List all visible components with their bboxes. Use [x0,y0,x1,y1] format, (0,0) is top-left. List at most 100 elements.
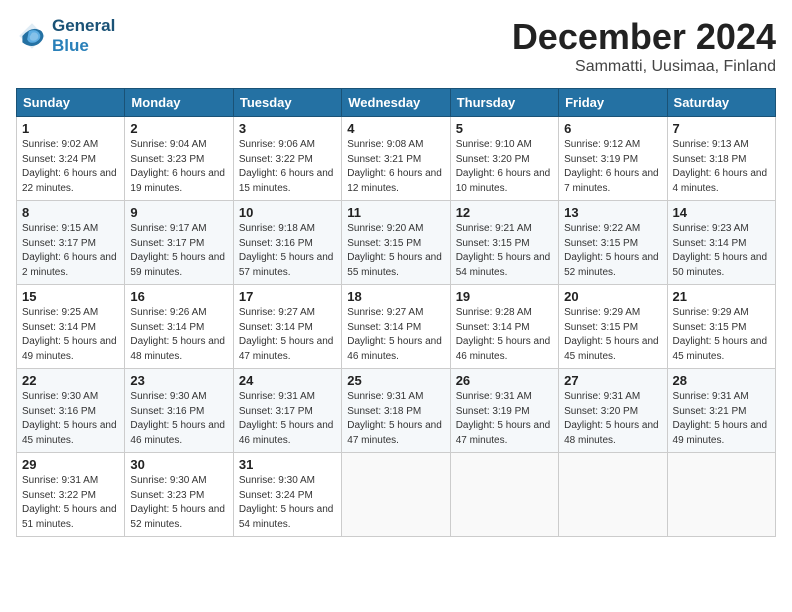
day-number: 27 [564,373,661,388]
day-number: 23 [130,373,227,388]
day-number: 25 [347,373,444,388]
column-header-saturday: Saturday [667,89,775,117]
calendar-cell: 26 Sunrise: 9:31 AMSunset: 3:19 PMDaylig… [450,369,558,453]
day-number: 7 [673,121,770,136]
title-section: December 2024 Sammatti, Uusimaa, Finland [512,16,776,76]
calendar-week-1: 1 Sunrise: 9:02 AMSunset: 3:24 PMDayligh… [17,117,776,201]
calendar-cell: 23 Sunrise: 9:30 AMSunset: 3:16 PMDaylig… [125,369,233,453]
day-info: Sunrise: 9:31 AMSunset: 3:18 PMDaylight:… [347,390,444,448]
day-number: 8 [22,205,119,220]
day-info: Sunrise: 9:31 AMSunset: 3:22 PMDaylight:… [22,474,119,532]
day-info: Sunrise: 9:15 AMSunset: 3:17 PMDaylight:… [22,222,119,280]
day-info: Sunrise: 9:04 AMSunset: 3:23 PMDaylight:… [130,138,227,196]
logo-text: General Blue [52,16,115,57]
day-number: 5 [456,121,553,136]
calendar-cell: 28 Sunrise: 9:31 AMSunset: 3:21 PMDaylig… [667,369,775,453]
calendar-cell [559,453,667,537]
calendar-cell: 20 Sunrise: 9:29 AMSunset: 3:15 PMDaylig… [559,285,667,369]
day-number: 31 [239,457,336,472]
calendar-cell: 21 Sunrise: 9:29 AMSunset: 3:15 PMDaylig… [667,285,775,369]
day-number: 4 [347,121,444,136]
day-info: Sunrise: 9:29 AMSunset: 3:15 PMDaylight:… [673,306,770,364]
column-header-monday: Monday [125,89,233,117]
calendar-cell: 3 Sunrise: 9:06 AMSunset: 3:22 PMDayligh… [233,117,341,201]
day-info: Sunrise: 9:25 AMSunset: 3:14 PMDaylight:… [22,306,119,364]
calendar-cell: 5 Sunrise: 9:10 AMSunset: 3:20 PMDayligh… [450,117,558,201]
calendar-cell: 30 Sunrise: 9:30 AMSunset: 3:23 PMDaylig… [125,453,233,537]
calendar-cell [450,453,558,537]
day-number: 26 [456,373,553,388]
logo: General Blue [16,16,115,57]
calendar-week-2: 8 Sunrise: 9:15 AMSunset: 3:17 PMDayligh… [17,201,776,285]
day-number: 24 [239,373,336,388]
calendar-cell: 7 Sunrise: 9:13 AMSunset: 3:18 PMDayligh… [667,117,775,201]
day-number: 12 [456,205,553,220]
calendar-cell: 22 Sunrise: 9:30 AMSunset: 3:16 PMDaylig… [17,369,125,453]
day-info: Sunrise: 9:29 AMSunset: 3:15 PMDaylight:… [564,306,661,364]
calendar-week-5: 29 Sunrise: 9:31 AMSunset: 3:22 PMDaylig… [17,453,776,537]
calendar-cell: 9 Sunrise: 9:17 AMSunset: 3:17 PMDayligh… [125,201,233,285]
day-number: 9 [130,205,227,220]
calendar-week-3: 15 Sunrise: 9:25 AMSunset: 3:14 PMDaylig… [17,285,776,369]
day-info: Sunrise: 9:31 AMSunset: 3:20 PMDaylight:… [564,390,661,448]
calendar-cell: 10 Sunrise: 9:18 AMSunset: 3:16 PMDaylig… [233,201,341,285]
day-number: 13 [564,205,661,220]
column-header-sunday: Sunday [17,89,125,117]
day-info: Sunrise: 9:27 AMSunset: 3:14 PMDaylight:… [239,306,336,364]
calendar-cell: 16 Sunrise: 9:26 AMSunset: 3:14 PMDaylig… [125,285,233,369]
day-info: Sunrise: 9:18 AMSunset: 3:16 PMDaylight:… [239,222,336,280]
day-number: 30 [130,457,227,472]
calendar-cell: 6 Sunrise: 9:12 AMSunset: 3:19 PMDayligh… [559,117,667,201]
day-number: 18 [347,289,444,304]
calendar-cell: 29 Sunrise: 9:31 AMSunset: 3:22 PMDaylig… [17,453,125,537]
day-info: Sunrise: 9:06 AMSunset: 3:22 PMDaylight:… [239,138,336,196]
logo-icon [16,20,48,52]
calendar-cell: 4 Sunrise: 9:08 AMSunset: 3:21 PMDayligh… [342,117,450,201]
calendar-cell: 25 Sunrise: 9:31 AMSunset: 3:18 PMDaylig… [342,369,450,453]
column-header-tuesday: Tuesday [233,89,341,117]
day-number: 2 [130,121,227,136]
day-info: Sunrise: 9:21 AMSunset: 3:15 PMDaylight:… [456,222,553,280]
day-info: Sunrise: 9:27 AMSunset: 3:14 PMDaylight:… [347,306,444,364]
day-number: 20 [564,289,661,304]
day-info: Sunrise: 9:08 AMSunset: 3:21 PMDaylight:… [347,138,444,196]
day-number: 19 [456,289,553,304]
day-number: 3 [239,121,336,136]
page-header: General Blue December 2024 Sammatti, Uus… [16,16,776,76]
calendar-cell: 31 Sunrise: 9:30 AMSunset: 3:24 PMDaylig… [233,453,341,537]
day-number: 16 [130,289,227,304]
day-number: 22 [22,373,119,388]
day-info: Sunrise: 9:12 AMSunset: 3:19 PMDaylight:… [564,138,661,196]
day-info: Sunrise: 9:17 AMSunset: 3:17 PMDaylight:… [130,222,227,280]
day-info: Sunrise: 9:23 AMSunset: 3:14 PMDaylight:… [673,222,770,280]
calendar-cell [342,453,450,537]
day-number: 14 [673,205,770,220]
calendar-cell: 24 Sunrise: 9:31 AMSunset: 3:17 PMDaylig… [233,369,341,453]
page-title: December 2024 [512,16,776,58]
calendar-cell: 14 Sunrise: 9:23 AMSunset: 3:14 PMDaylig… [667,201,775,285]
day-info: Sunrise: 9:30 AMSunset: 3:16 PMDaylight:… [130,390,227,448]
day-number: 10 [239,205,336,220]
day-info: Sunrise: 9:30 AMSunset: 3:23 PMDaylight:… [130,474,227,532]
day-info: Sunrise: 9:22 AMSunset: 3:15 PMDaylight:… [564,222,661,280]
day-info: Sunrise: 9:30 AMSunset: 3:24 PMDaylight:… [239,474,336,532]
calendar-header: SundayMondayTuesdayWednesdayThursdayFrid… [17,89,776,117]
day-number: 11 [347,205,444,220]
day-info: Sunrise: 9:20 AMSunset: 3:15 PMDaylight:… [347,222,444,280]
day-number: 28 [673,373,770,388]
calendar-cell: 18 Sunrise: 9:27 AMSunset: 3:14 PMDaylig… [342,285,450,369]
day-number: 1 [22,121,119,136]
calendar-cell: 27 Sunrise: 9:31 AMSunset: 3:20 PMDaylig… [559,369,667,453]
column-header-friday: Friday [559,89,667,117]
calendar-cell [667,453,775,537]
column-header-wednesday: Wednesday [342,89,450,117]
day-info: Sunrise: 9:28 AMSunset: 3:14 PMDaylight:… [456,306,553,364]
day-number: 15 [22,289,119,304]
calendar-cell: 13 Sunrise: 9:22 AMSunset: 3:15 PMDaylig… [559,201,667,285]
calendar-cell: 17 Sunrise: 9:27 AMSunset: 3:14 PMDaylig… [233,285,341,369]
calendar-cell: 2 Sunrise: 9:04 AMSunset: 3:23 PMDayligh… [125,117,233,201]
calendar-cell: 12 Sunrise: 9:21 AMSunset: 3:15 PMDaylig… [450,201,558,285]
day-info: Sunrise: 9:31 AMSunset: 3:17 PMDaylight:… [239,390,336,448]
day-info: Sunrise: 9:26 AMSunset: 3:14 PMDaylight:… [130,306,227,364]
day-number: 17 [239,289,336,304]
